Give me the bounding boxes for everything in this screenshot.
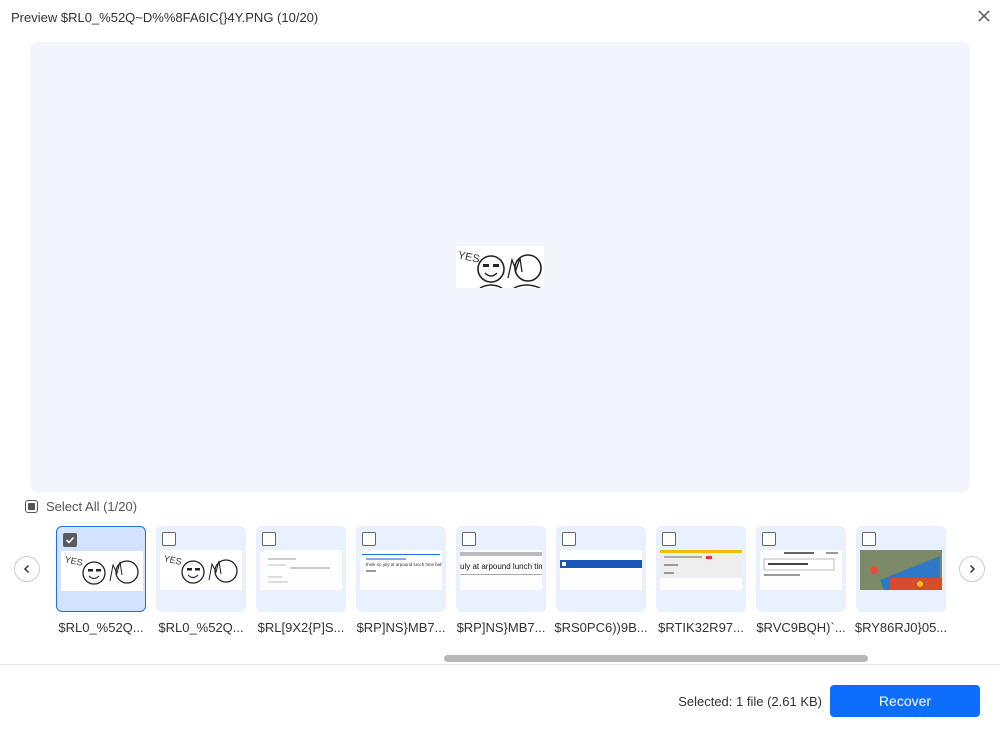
thumbnail-checkbox[interactable] [562,532,576,546]
partial-check-icon [25,500,38,513]
thumbnail-card[interactable]: uly at arpound lunch tim [456,526,546,612]
prev-button[interactable] [14,556,40,582]
thumbnail-image [660,550,742,590]
thumbnail-filename: $RVC9BQH)`... [756,620,846,635]
recover-button[interactable]: Recover [830,685,980,717]
thumbnail-filename: $RL[9X2{P]S... [257,620,345,635]
thumbnail-card[interactable] [656,526,746,612]
close-button[interactable] [974,6,994,26]
chevron-left-icon [23,564,30,574]
thumbnail-card[interactable] [756,526,846,612]
thumbnail-filename: $RP]NS}MB7... [356,620,446,635]
preview-area: YES [30,42,970,492]
thumbnail-filename: $RL0_%52Q... [158,620,244,635]
thumbnail-card[interactable] [256,526,346,612]
thumbnail-image: YES [160,550,242,590]
thumbnail-image: uly at arpound lunch tim [460,550,542,590]
thumbnail-checkbox[interactable] [462,532,476,546]
thumbnail-strip: YES $RL0_%52Q... YES $RL0_%52Q... $RL[9X2{P]… [56,526,948,636]
svg-text:YES: YES [64,554,84,568]
horizontal-scrollbar[interactable] [444,655,868,662]
thumbnail-image: think so july at arpound lunch time befo… [360,550,442,590]
chevron-right-icon [969,564,976,574]
svg-text:uly at arpound lunch tim: uly at arpound lunch tim [460,562,542,571]
thumbnail-card[interactable] [856,526,946,612]
preview-image: YES [456,246,544,289]
thumbnail-checkbox[interactable] [662,532,676,546]
preview-image-text: YES [457,249,481,265]
svg-text:YES: YES [163,553,183,567]
thumbnail-image [260,550,342,590]
thumbnail-card[interactable]: YES [156,526,246,612]
thumbnail-card[interactable]: think so july at arpound lunch time befo… [356,526,446,612]
thumbnail-filename: $RY86RJ0}05... [854,620,948,635]
footer-divider [0,664,1000,665]
close-icon [978,10,990,22]
thumbnail-checkbox[interactable] [162,532,176,546]
select-all-checkbox[interactable]: Select All (1/20) [25,499,137,514]
next-button[interactable] [959,556,985,582]
thumbnail-filename: $RTIK32R97... [658,620,744,635]
svg-text:think so july at arpound lunch: think so july at arpound lunch time befo… [366,562,442,567]
thumbnail-filename: $RP]NS}MB7... [456,620,546,635]
thumbnail-card[interactable] [556,526,646,612]
thumbnail-image [760,550,842,590]
thumbnail-filename: $RL0_%52Q... [58,620,144,635]
thumbnail-image [860,550,942,590]
thumbnail-image: YES [61,551,143,591]
thumbnail-checkbox[interactable] [762,532,776,546]
thumbnail-checkbox[interactable] [63,533,77,547]
thumbnail-checkbox[interactable] [362,532,376,546]
thumbnail-filename: $RS0PC6))9B... [554,620,648,635]
window-title: Preview $RL0_%52Q~D%%8FA6IC{}4Y.PNG (10/… [11,10,319,25]
thumbnail-card[interactable]: YES [56,526,146,612]
select-all-label: Select All (1/20) [46,499,138,514]
thumbnail-image [560,550,642,590]
thumbnail-checkbox[interactable] [262,532,276,546]
selected-summary: Selected: 1 file (2.61 KB) [678,694,822,709]
thumbnail-checkbox[interactable] [862,532,876,546]
checkmark-icon [65,536,75,544]
